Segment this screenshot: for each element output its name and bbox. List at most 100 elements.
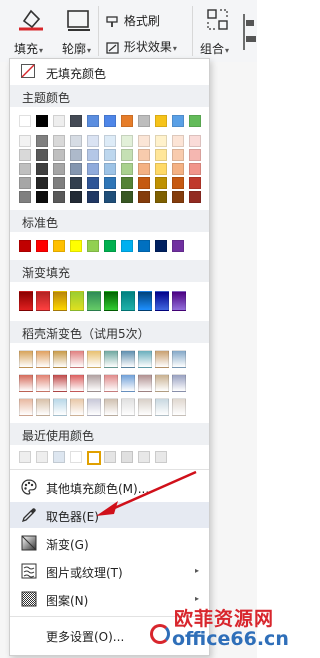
gradient-item[interactable]: 渐变(G) <box>10 530 209 556</box>
theme-color-swatch[interactable] <box>189 115 201 127</box>
theme-color-swatch[interactable] <box>53 115 65 127</box>
recent-color-swatch[interactable] <box>87 451 101 465</box>
recent-color-swatch[interactable] <box>70 451 82 463</box>
docer-gradient-swatch[interactable] <box>53 350 67 368</box>
docer-gradient-swatch[interactable] <box>138 374 152 392</box>
theme-tint-swatch[interactable] <box>104 177 116 189</box>
theme-color-swatch[interactable] <box>36 115 48 127</box>
theme-tint-swatch[interactable] <box>189 177 201 189</box>
fill-button[interactable]: 填充▾ <box>14 40 43 57</box>
docer-gradient-swatch[interactable] <box>70 374 84 392</box>
gradient-swatch[interactable] <box>53 291 67 311</box>
theme-color-swatch[interactable] <box>155 115 167 127</box>
docer-gradient-swatch[interactable] <box>70 350 84 368</box>
recent-color-swatch[interactable] <box>155 451 167 463</box>
theme-tint-swatch[interactable] <box>19 149 31 161</box>
theme-tint-swatch[interactable] <box>138 163 150 175</box>
gradient-swatch[interactable] <box>172 291 186 311</box>
standard-color-swatch[interactable] <box>104 240 116 252</box>
theme-tint-swatch[interactable] <box>121 191 133 203</box>
theme-tint-swatch[interactable] <box>87 163 99 175</box>
theme-tint-swatch[interactable] <box>189 149 201 161</box>
theme-tint-swatch[interactable] <box>172 191 184 203</box>
docer-gradient-swatch[interactable] <box>155 374 169 392</box>
theme-tint-swatch[interactable] <box>36 191 48 203</box>
theme-tint-swatch[interactable] <box>189 191 201 203</box>
docer-gradient-swatch[interactable] <box>19 374 33 392</box>
theme-tint-swatch[interactable] <box>121 135 133 147</box>
theme-tint-swatch[interactable] <box>104 149 116 161</box>
align-icon[interactable] <box>240 12 256 52</box>
theme-tint-swatch[interactable] <box>87 135 99 147</box>
theme-tint-swatch[interactable] <box>189 163 201 175</box>
recent-color-swatch[interactable] <box>36 451 48 463</box>
standard-color-swatch[interactable] <box>36 240 48 252</box>
theme-tint-swatch[interactable] <box>172 149 184 161</box>
theme-tint-swatch[interactable] <box>138 149 150 161</box>
theme-tint-swatch[interactable] <box>155 163 167 175</box>
theme-tint-swatch[interactable] <box>155 149 167 161</box>
docer-gradient-swatch[interactable] <box>138 398 152 416</box>
theme-tint-swatch[interactable] <box>172 163 184 175</box>
docer-gradient-swatch[interactable] <box>104 398 118 416</box>
outline-icon[interactable] <box>66 8 92 32</box>
gradient-swatch[interactable] <box>36 291 50 311</box>
theme-tint-swatch[interactable] <box>104 191 116 203</box>
theme-color-swatch[interactable] <box>104 115 116 127</box>
standard-color-swatch[interactable] <box>155 240 167 252</box>
theme-tint-swatch[interactable] <box>104 163 116 175</box>
docer-gradient-swatch[interactable] <box>155 350 169 368</box>
docer-gradient-swatch[interactable] <box>19 350 33 368</box>
group-button[interactable]: 组合▾ <box>200 40 229 57</box>
theme-tint-swatch[interactable] <box>70 135 82 147</box>
theme-tint-swatch[interactable] <box>53 163 65 175</box>
theme-tint-swatch[interactable] <box>36 177 48 189</box>
theme-tint-swatch[interactable] <box>70 149 82 161</box>
theme-color-swatch[interactable] <box>138 115 150 127</box>
theme-tint-swatch[interactable] <box>53 177 65 189</box>
recent-color-swatch[interactable] <box>19 451 31 463</box>
format-brush-button[interactable]: 格式刷 <box>106 12 160 29</box>
theme-tint-swatch[interactable] <box>172 135 184 147</box>
theme-color-swatch[interactable] <box>121 115 133 127</box>
recent-color-swatch[interactable] <box>53 451 65 463</box>
docer-gradient-swatch[interactable] <box>36 350 50 368</box>
docer-gradient-swatch[interactable] <box>121 398 135 416</box>
group-icon[interactable] <box>206 8 230 32</box>
theme-tint-swatch[interactable] <box>19 191 31 203</box>
gradient-swatch[interactable] <box>87 291 101 311</box>
theme-tint-swatch[interactable] <box>53 135 65 147</box>
docer-gradient-swatch[interactable] <box>104 350 118 368</box>
theme-tint-swatch[interactable] <box>138 177 150 189</box>
standard-color-swatch[interactable] <box>19 240 31 252</box>
theme-tint-swatch[interactable] <box>104 135 116 147</box>
theme-tint-swatch[interactable] <box>121 149 133 161</box>
gradient-swatch[interactable] <box>155 291 169 311</box>
no-fill-item[interactable]: 无填充颜色 <box>10 61 209 83</box>
docer-gradient-swatch[interactable] <box>104 374 118 392</box>
theme-tint-swatch[interactable] <box>53 191 65 203</box>
fill-bucket-icon[interactable] <box>16 6 46 32</box>
theme-tint-swatch[interactable] <box>36 149 48 161</box>
standard-color-swatch[interactable] <box>172 240 184 252</box>
gradient-swatch[interactable] <box>121 291 135 311</box>
docer-gradient-swatch[interactable] <box>36 398 50 416</box>
theme-tint-swatch[interactable] <box>121 177 133 189</box>
recent-color-swatch[interactable] <box>104 451 116 463</box>
theme-color-swatch[interactable] <box>87 115 99 127</box>
theme-tint-swatch[interactable] <box>87 149 99 161</box>
recent-color-swatch[interactable] <box>121 451 133 463</box>
gradient-swatch[interactable] <box>19 291 33 311</box>
theme-tint-swatch[interactable] <box>189 135 201 147</box>
theme-tint-swatch[interactable] <box>138 135 150 147</box>
picture-texture-item[interactable]: 图片或纹理(T) ▸ <box>10 558 209 584</box>
standard-color-swatch[interactable] <box>121 240 133 252</box>
docer-gradient-swatch[interactable] <box>138 350 152 368</box>
standard-color-swatch[interactable] <box>87 240 99 252</box>
standard-color-swatch[interactable] <box>53 240 65 252</box>
docer-gradient-swatch[interactable] <box>155 398 169 416</box>
docer-gradient-swatch[interactable] <box>172 398 186 416</box>
outline-button[interactable]: 轮廓▾ <box>62 40 91 57</box>
theme-color-swatch[interactable] <box>70 115 82 127</box>
theme-tint-swatch[interactable] <box>155 135 167 147</box>
